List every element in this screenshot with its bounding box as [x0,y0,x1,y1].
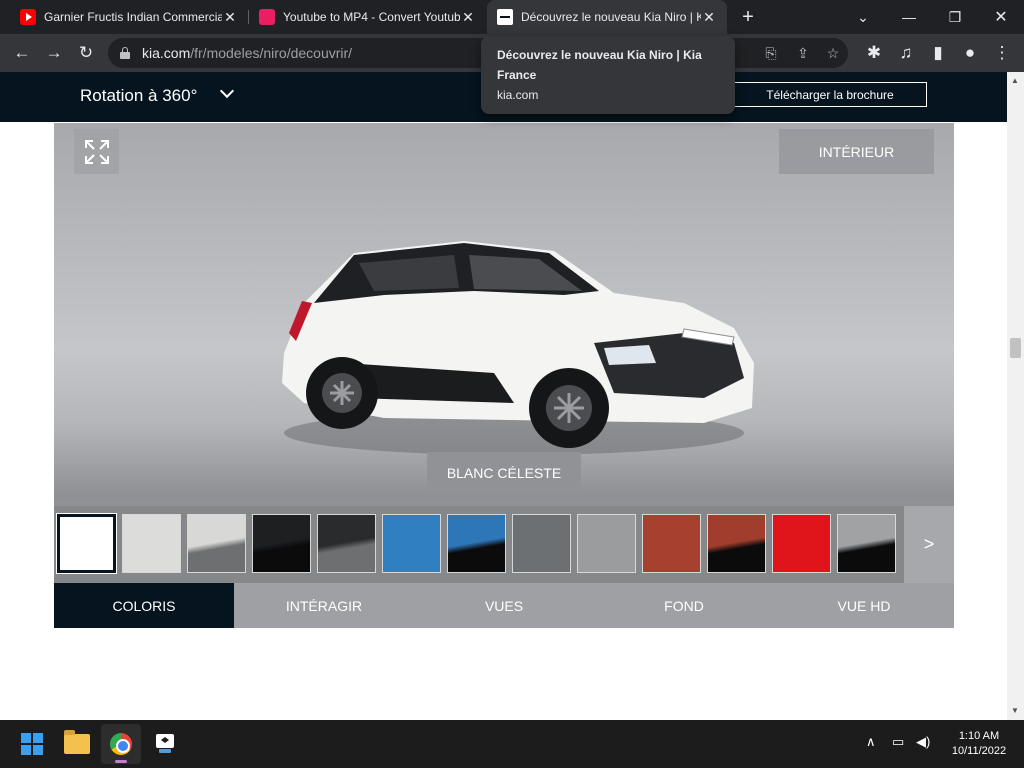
color-swatch[interactable] [447,514,506,573]
color-swatch[interactable] [317,514,376,573]
expand-icon [84,139,109,164]
tab-title: Youtube to MP4 - Convert Youtube [283,10,460,24]
close-icon[interactable]: ✕ [222,9,238,25]
tab-vues[interactable]: VUES [414,583,594,628]
tab-youtube-mp4[interactable]: Youtube to MP4 - Convert Youtube ✕ [249,0,486,34]
share-icon[interactable]: ⇪ [792,42,814,64]
close-window-button[interactable]: ✕ [978,0,1024,34]
folder-icon [64,730,90,754]
back-button[interactable]: ← [8,39,36,67]
chevron-up-icon[interactable]: ∧ [866,734,876,750]
color-swatch[interactable] [577,514,636,573]
new-tab-button[interactable]: + [736,5,760,29]
url-text[interactable]: kia.com/fr/modeles/niro/decouvrir/ [142,45,352,61]
tab-garnier[interactable]: Garnier Fructis Indian Commercial ✕ [0,0,248,34]
chevron-down-icon[interactable] [220,86,234,100]
download-icon [259,9,275,25]
rotation-title[interactable]: Rotation à 360° [80,86,197,106]
profile-icon[interactable]: ● [956,39,984,67]
color-swatch[interactable] [707,514,766,573]
translate-icon[interactable]: ⎘ [760,42,782,64]
volume-icon[interactable]: ◀) [916,734,930,750]
download-brochure-button[interactable]: Télécharger la brochure [733,82,927,107]
chrome-icon [110,733,132,755]
extensions-icon[interactable]: ✱ [860,39,888,67]
tab-vue-hd[interactable]: VUE HD [774,583,954,628]
clock-time: 1:10 AM [958,730,1000,742]
car-image[interactable] [264,233,774,463]
scrollbar-thumb[interactable] [1010,338,1021,358]
restore-button[interactable]: ❐ [932,0,978,34]
side-panel-icon[interactable]: ▮ [924,39,952,67]
next-swatches-button[interactable]: > [904,506,954,583]
forward-button[interactable]: → [40,39,68,67]
media-controls-icon[interactable]: ♫ [892,39,920,67]
color-swatch[interactable] [512,514,571,573]
system-clock[interactable]: 1:10 AM 10/11/2022 [944,729,1014,759]
color-swatch[interactable] [56,513,117,574]
viewer-tabs: COLORIS INTÉRAGIR VUES FOND VUE HD [54,583,954,628]
color-swatch[interactable] [187,514,246,573]
hover-card-title: Découvrez le nouveau Kia Niro | Kia Fran… [497,48,702,82]
color-swatch[interactable] [122,514,181,573]
reload-button[interactable]: ↻ [72,39,100,67]
lock-icon [120,47,130,59]
taskbar: ∧ ▭ ◀) 1:10 AM 10/11/2022 [0,720,1024,768]
color-swatch[interactable] [252,514,311,573]
address-bar[interactable]: kia.com/fr/modeles/niro/decouvrir/ ⎘ ⇪ ☆ [108,38,848,68]
close-icon[interactable]: ✕ [460,9,476,25]
app-icon [156,734,174,753]
menu-icon[interactable]: ⋮ [988,39,1016,67]
page-scrollbar[interactable]: ▲ ▼ [1007,72,1024,720]
color-swatch-strip [54,506,904,583]
tab-title: Découvrez le nouveau Kia Niro | Kia Fran… [521,10,701,24]
hover-card-host: kia.com [497,88,539,102]
tab-kia-niro[interactable]: Découvrez le nouveau Kia Niro | Kia Fran… [487,0,727,34]
tab-fond[interactable]: FOND [594,583,774,628]
color-name-label: BLANC CÉLESTE [427,452,581,494]
minimize-button[interactable]: — [886,0,932,34]
tab-hover-card: Découvrez le nouveau Kia Niro | Kia Fran… [481,36,735,114]
scroll-down-icon[interactable]: ▼ [1011,706,1019,715]
bookmark-star-icon[interactable]: ☆ [822,42,844,64]
page-content: Rotation à 360° Télécharger la brochure … [0,72,1007,720]
fullscreen-button[interactable] [74,129,119,174]
tab-search-button[interactable]: ⌄ [840,0,886,34]
tab-title: Garnier Fructis Indian Commercial [44,10,222,24]
chrome-taskbar-button[interactable] [101,724,141,764]
clock-date: 10/11/2022 [951,745,1007,757]
tab-coloris[interactable]: COLORIS [54,583,234,628]
color-swatch[interactable] [772,514,831,573]
color-swatch[interactable] [642,514,701,573]
app-taskbar-button[interactable] [145,724,185,764]
close-icon[interactable]: ✕ [701,9,717,25]
scroll-up-icon[interactable]: ▲ [1011,76,1019,85]
kia-icon [497,9,513,25]
tab-interagir[interactable]: INTÉRAGIR [234,583,414,628]
network-icon[interactable]: ▭ [892,734,904,750]
windows-icon [21,733,43,755]
start-button[interactable] [12,724,52,764]
color-swatch[interactable] [837,514,896,573]
file-explorer-button[interactable] [57,724,97,764]
browser-tab-strip: Garnier Fructis Indian Commercial ✕ Yout… [0,0,1024,34]
interior-button[interactable]: INTÉRIEUR [779,129,934,174]
youtube-icon [20,9,36,25]
color-swatch[interactable] [382,514,441,573]
